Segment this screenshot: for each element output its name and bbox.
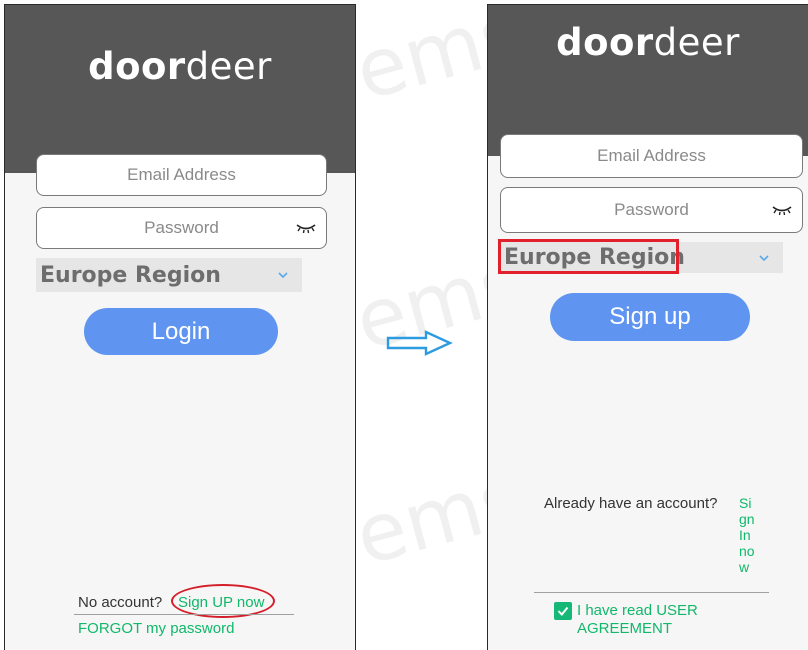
agreement-text[interactable]: I have read USER AGREEMENT bbox=[577, 602, 698, 638]
logo-bold: door bbox=[88, 45, 186, 88]
logo-light: deer bbox=[185, 45, 272, 88]
header-banner bbox=[5, 5, 355, 173]
already-account-text: Already have an account? bbox=[544, 495, 718, 512]
signin-link[interactable]: Si gn In no w bbox=[739, 495, 755, 575]
agreement-checkbox[interactable] bbox=[554, 602, 572, 620]
password-placeholder: Password bbox=[144, 218, 219, 237]
app-logo: doordeer bbox=[488, 21, 808, 64]
region-highlight bbox=[498, 239, 679, 274]
email-placeholder: Email Address bbox=[597, 146, 706, 165]
password-field[interactable]: Password bbox=[36, 207, 327, 249]
app-logo: doordeer bbox=[5, 45, 355, 88]
email-field[interactable]: Email Address bbox=[500, 134, 803, 178]
eye-closed-icon[interactable] bbox=[772, 204, 792, 216]
password-placeholder: Password bbox=[614, 200, 689, 219]
region-label: Europe Region bbox=[40, 262, 221, 288]
password-field[interactable]: Password bbox=[500, 187, 803, 233]
check-icon bbox=[557, 606, 569, 617]
chevron-down-icon bbox=[278, 272, 288, 279]
email-field[interactable]: Email Address bbox=[36, 154, 327, 196]
signup-screen: doordeer Email Address Password Europe R… bbox=[487, 4, 808, 650]
no-account-text: No account? bbox=[78, 594, 163, 611]
signup-highlight bbox=[171, 584, 275, 618]
divider bbox=[74, 614, 294, 615]
region-select[interactable]: Europe Region bbox=[36, 258, 302, 292]
eye-closed-icon[interactable] bbox=[296, 222, 316, 234]
divider bbox=[534, 592, 769, 593]
chevron-down-icon bbox=[759, 254, 769, 261]
login-button[interactable]: Login bbox=[84, 308, 278, 355]
signup-button[interactable]: Sign up bbox=[550, 293, 750, 341]
logo-bold: door bbox=[556, 21, 654, 64]
logo-light: deer bbox=[653, 21, 740, 64]
arrow-right-icon bbox=[386, 330, 453, 356]
forgot-password-link[interactable]: FORGOT my password bbox=[78, 620, 234, 637]
email-placeholder: Email Address bbox=[127, 165, 236, 184]
login-screen: doordeer Email Address Password Europe R… bbox=[4, 4, 356, 650]
